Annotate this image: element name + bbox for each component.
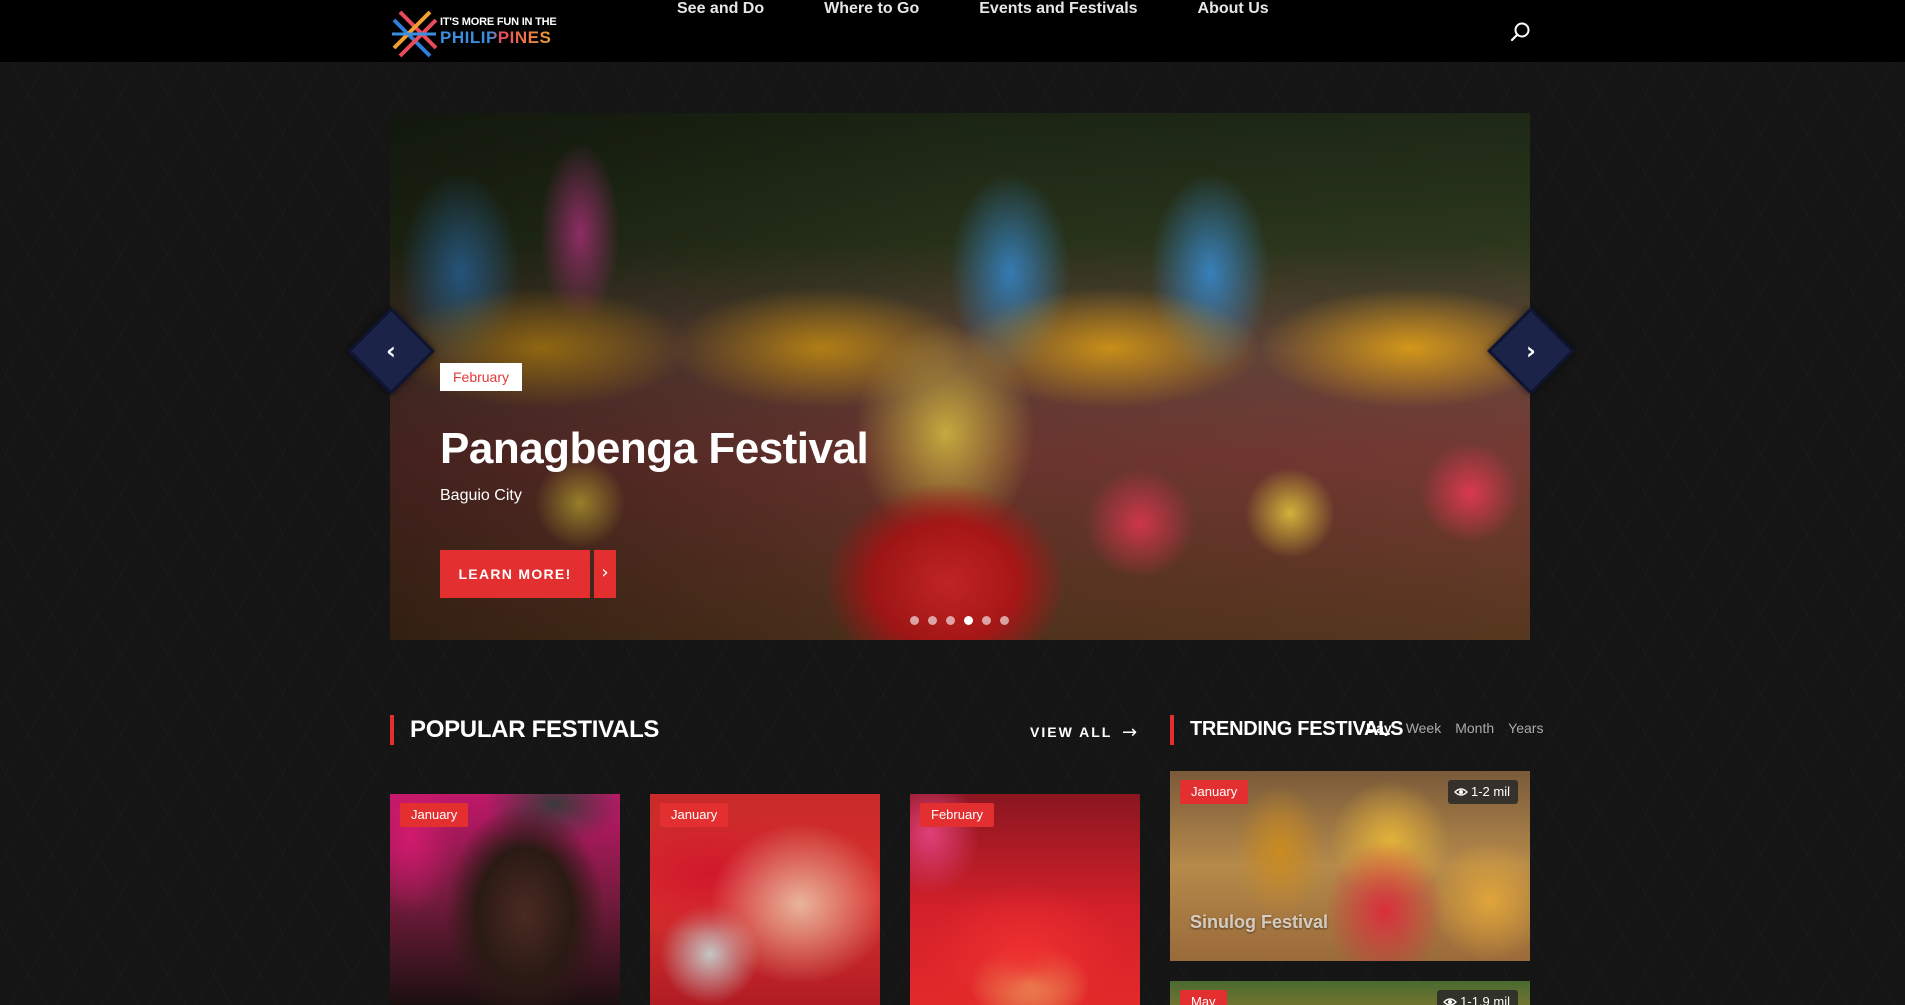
card-month-badge: January: [660, 803, 729, 827]
eye-icon: [1454, 788, 1468, 796]
hero-slider: February Panagbenga Festival Baguio City…: [390, 113, 1530, 640]
slider-dot[interactable]: [928, 616, 937, 625]
festival-card[interactable]: February: [910, 794, 1140, 1005]
chevron-right-icon: ›: [1526, 337, 1536, 365]
nav-see-and-do[interactable]: See and Do: [677, 0, 764, 62]
festival-card[interactable]: January: [650, 794, 880, 1005]
tab-day[interactable]: Day: [1366, 720, 1392, 736]
trending-tabs: Day Week Month Years: [1366, 720, 1557, 736]
search-icon: [1510, 22, 1530, 42]
learn-more-button[interactable]: LEARN MORE!: [440, 550, 590, 598]
tab-years[interactable]: Years: [1508, 720, 1543, 736]
search-button[interactable]: [1508, 20, 1532, 44]
popular-festivals-heading: POPULAR FESTIVALS: [410, 716, 660, 743]
slider-dot[interactable]: [910, 616, 919, 625]
card-month-badge: February: [920, 803, 995, 827]
views-badge: 1-2 mil: [1447, 780, 1518, 804]
hero-title: Panagbenga Festival: [440, 424, 869, 473]
card-month-badge: May: [1180, 990, 1227, 1005]
views-badge: 1-1.9 mil: [1437, 990, 1518, 1005]
hero-location: Baguio City: [440, 487, 522, 504]
trending-card[interactable]: January 1-2 mil Sinulog Festival: [1170, 771, 1530, 961]
arrow-right-icon[interactable]: →: [1122, 722, 1137, 743]
hero-month-tag: February: [440, 363, 522, 391]
main-nav: See and Do Where to Go Events and Festiv…: [677, 0, 1329, 62]
festival-card[interactable]: January: [390, 794, 620, 1005]
site-header: IT'S MORE FUN IN THE PHILIPPINES See and…: [0, 0, 1905, 62]
chevron-right-icon: ›: [601, 562, 609, 583]
nav-events-and-festivals[interactable]: Events and Festivals: [979, 0, 1137, 62]
slider-dot[interactable]: [1000, 616, 1009, 625]
slider-dot-active[interactable]: [964, 616, 973, 625]
section-accent-bar: [1170, 715, 1174, 745]
tab-month[interactable]: Month: [1455, 720, 1494, 736]
site-logo[interactable]: IT'S MORE FUN IN THE PHILIPPINES: [390, 6, 560, 58]
slider-dots: [910, 616, 1018, 625]
nav-where-to-go[interactable]: Where to Go: [824, 0, 919, 62]
slider-dot[interactable]: [982, 616, 991, 625]
card-month-badge: January: [400, 803, 469, 827]
tab-week[interactable]: Week: [1406, 720, 1442, 736]
eye-icon: [1443, 998, 1458, 1005]
slider-dot[interactable]: [946, 616, 955, 625]
trending-card[interactable]: May 1-1.9 mil: [1170, 981, 1530, 1005]
section-accent-bar: [390, 715, 394, 745]
views-count: 1-1.9 mil: [1460, 994, 1510, 1005]
trending-card-title: Sinulog Festival: [1190, 912, 1329, 932]
nav-about-us[interactable]: About Us: [1198, 0, 1269, 62]
learn-more-arrow-button[interactable]: ›: [594, 550, 616, 598]
chevron-left-icon: ‹: [386, 337, 396, 365]
logo-wordmark: PHILIPPINES: [440, 28, 552, 47]
logo-mark-icon: [392, 10, 438, 58]
views-count: 1-2 mil: [1470, 784, 1510, 799]
view-all-link[interactable]: VIEW ALL: [1030, 724, 1112, 740]
card-month-badge: January: [1180, 780, 1249, 804]
logo-tagline: IT'S MORE FUN IN THE: [440, 16, 557, 28]
